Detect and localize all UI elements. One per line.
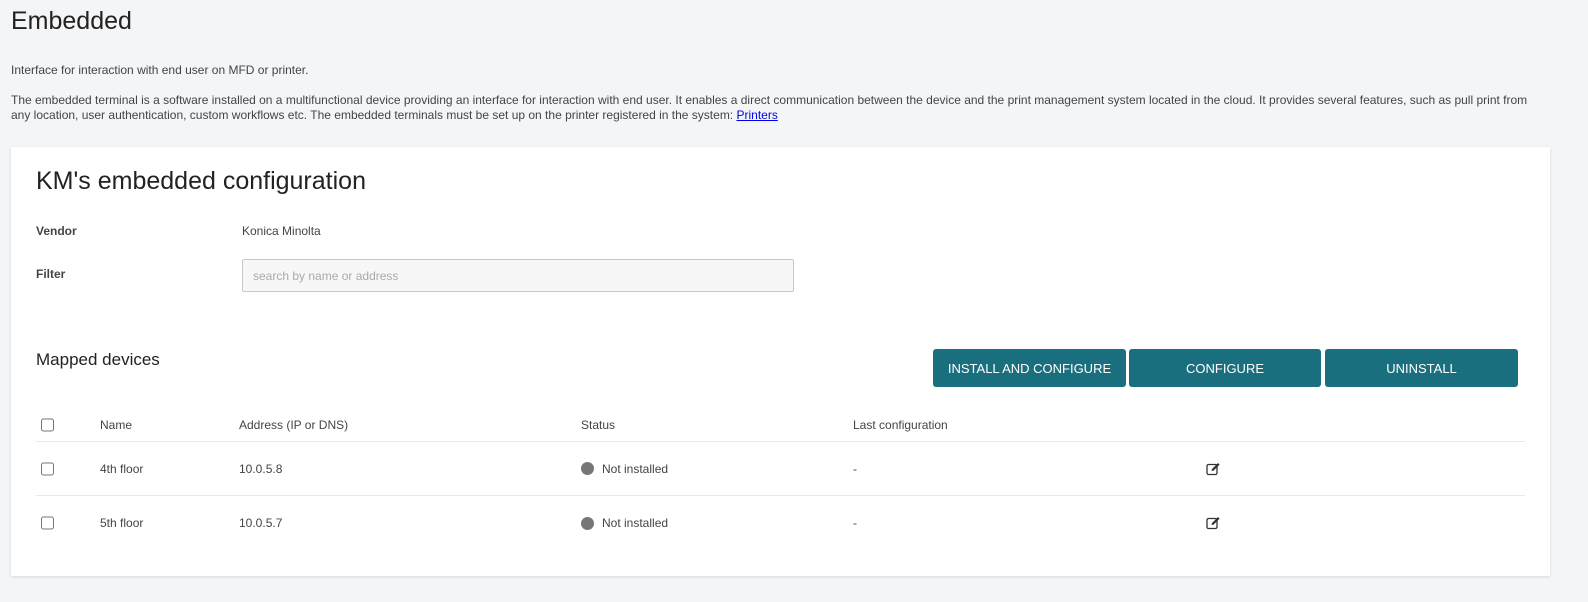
devices-table: Name Address (IP or DNS) Status Last con… xyxy=(36,409,1525,550)
filter-input[interactable] xyxy=(242,259,794,292)
status-dot-icon xyxy=(581,462,594,475)
status-text: Not installed xyxy=(602,461,669,476)
row-checkbox[interactable] xyxy=(41,462,54,475)
embedded-config-card: KM's embedded configuration Vendor Konic… xyxy=(11,147,1550,576)
vendor-value: Konica Minolta xyxy=(242,224,321,238)
vendor-label: Vendor xyxy=(36,224,77,238)
edit-icon[interactable] xyxy=(1206,516,1221,530)
card-title: KM's embedded configuration xyxy=(36,167,366,195)
device-status: Not installed xyxy=(581,516,668,530)
device-last-configuration: - xyxy=(853,516,857,530)
row-checkbox[interactable] xyxy=(41,516,54,530)
column-header-status[interactable]: Status xyxy=(581,418,615,432)
configure-button[interactable]: CONFIGURE xyxy=(1129,349,1321,387)
page-subtitle: Interface for interaction with end user … xyxy=(11,63,309,77)
column-header-address[interactable]: Address (IP or DNS) xyxy=(239,418,348,432)
uninstall-button[interactable]: UNINSTALL xyxy=(1325,349,1518,387)
device-status: Not installed xyxy=(581,462,668,476)
status-dot-icon xyxy=(581,516,594,530)
device-address: 10.0.5.7 xyxy=(239,516,283,530)
edit-button[interactable] xyxy=(1206,516,1221,530)
page-description: The embedded terminal is a software inst… xyxy=(11,93,1546,123)
edit-button[interactable] xyxy=(1206,462,1221,476)
edit-icon[interactable] xyxy=(1206,462,1221,476)
device-address: 10.0.5.8 xyxy=(239,461,283,476)
install-and-configure-button[interactable]: INSTALL AND CONFIGURE xyxy=(933,349,1126,387)
status-text: Not installed xyxy=(602,516,669,530)
device-name: 4th floor xyxy=(100,461,144,476)
page-title: Embedded xyxy=(11,7,132,35)
table-header: Name Address (IP or DNS) Status Last con… xyxy=(36,409,1525,442)
device-name: 5th floor xyxy=(100,516,144,530)
printers-link[interactable]: Printers xyxy=(736,108,777,122)
mapped-devices-title: Mapped devices xyxy=(36,350,160,369)
column-header-last-configuration[interactable]: Last configuration xyxy=(853,418,948,432)
filter-label: Filter xyxy=(36,267,66,281)
column-header-name[interactable]: Name xyxy=(100,418,132,432)
device-last-configuration: - xyxy=(853,461,857,476)
table-row: 4th floor 10.0.5.8 Not installed - xyxy=(36,442,1525,496)
select-all-checkbox[interactable] xyxy=(41,418,54,432)
table-row: 5th floor 10.0.5.7 Not installed - xyxy=(36,496,1525,550)
